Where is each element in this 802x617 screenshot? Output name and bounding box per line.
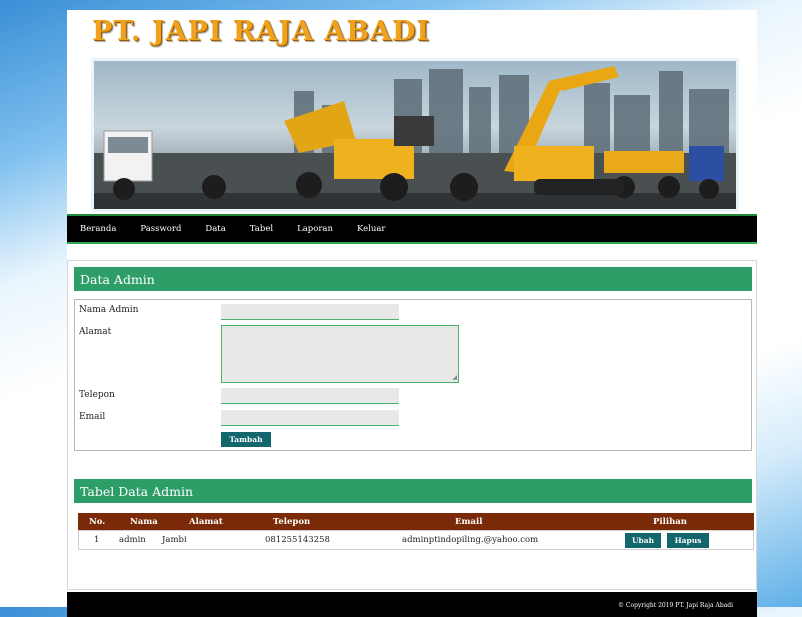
cell-alamat: Jambi xyxy=(162,535,187,545)
copyright-text: © Copyright 2019 PT. Japi Raja Abadi xyxy=(617,602,733,609)
admin-form: Nama Admin Alamat ◢ Telepon Email Tambah xyxy=(74,299,752,451)
cell-telepon: 081255143258 xyxy=(265,535,330,545)
col-header-no: No. xyxy=(89,516,106,527)
table-row: 1 admin Jambi 081255143258 adminptindopi… xyxy=(78,530,754,550)
col-header-telepon: Telepon xyxy=(273,516,311,527)
table-section-title: Tabel Data Admin xyxy=(74,479,752,503)
col-header-email: Email xyxy=(455,516,483,527)
telepon-label: Telepon xyxy=(79,390,115,400)
alamat-textarea[interactable]: ◢ xyxy=(221,325,459,383)
header-banner-image xyxy=(91,58,739,212)
email-label: Email xyxy=(79,412,106,422)
page-container: PT. JAPI RAJA ABADI Beranda Password Dat… xyxy=(67,10,757,617)
footer: © Copyright 2019 PT. Japi Raja Abadi xyxy=(67,592,757,617)
col-header-alamat: Alamat xyxy=(189,516,223,527)
nama-admin-label: Nama Admin xyxy=(79,305,139,315)
nav-item-laporan[interactable]: Laporan xyxy=(297,224,333,234)
nav-item-password[interactable]: Password xyxy=(140,224,181,234)
nav-item-keluar[interactable]: Keluar xyxy=(357,224,385,234)
nav-item-beranda[interactable]: Beranda xyxy=(80,224,116,234)
telepon-input[interactable] xyxy=(221,388,399,404)
col-header-pilihan: Pilihan xyxy=(653,516,687,527)
nama-admin-input[interactable] xyxy=(221,304,399,320)
table-header-row: No. Nama Alamat Telepon Email Pilihan xyxy=(78,513,754,530)
main-nav: Beranda Password Data Tabel Laporan Kelu… xyxy=(67,214,757,244)
alamat-label: Alamat xyxy=(79,327,112,337)
tambah-button[interactable]: Tambah xyxy=(221,432,271,447)
email-input[interactable] xyxy=(221,410,399,426)
cell-email: adminptindopiling.@yahoo.com xyxy=(402,535,539,545)
cell-no: 1 xyxy=(94,535,100,545)
nav-item-data[interactable]: Data xyxy=(205,224,225,234)
hapus-button[interactable]: Hapus xyxy=(667,533,709,548)
form-section-title: Data Admin xyxy=(74,267,752,291)
col-header-nama: Nama xyxy=(130,516,158,527)
resize-grip-icon[interactable]: ◢ xyxy=(452,375,457,381)
ubah-button[interactable]: Ubah xyxy=(625,533,661,548)
nav-item-tabel[interactable]: Tabel xyxy=(250,224,273,234)
site-title: PT. JAPI RAJA ABADI xyxy=(92,16,431,47)
main-content: Data Admin Nama Admin Alamat ◢ Telepon E… xyxy=(67,260,757,590)
cell-nama: admin xyxy=(119,535,146,545)
